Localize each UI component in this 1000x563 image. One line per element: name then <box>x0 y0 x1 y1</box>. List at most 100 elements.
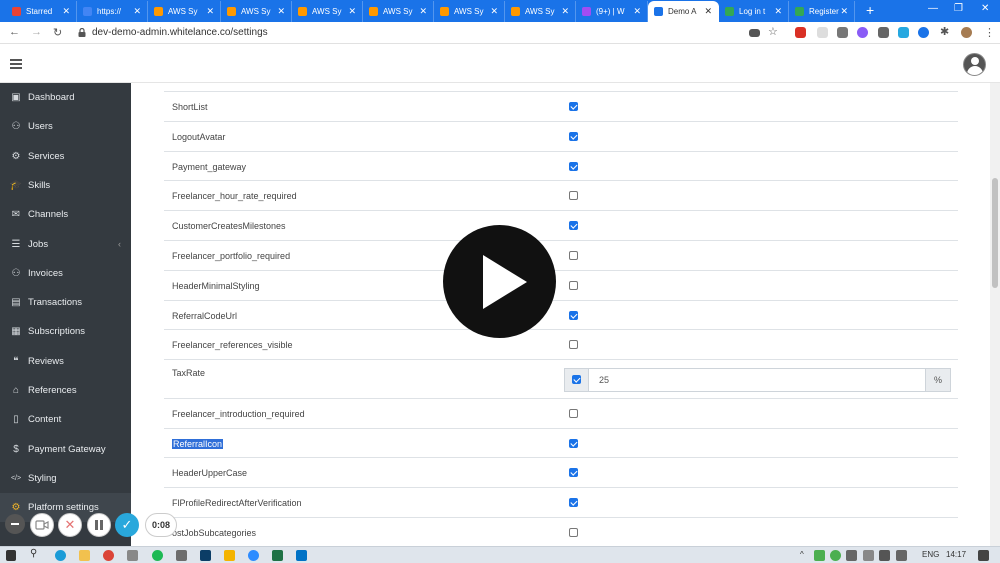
setting-checkbox[interactable] <box>569 527 578 537</box>
close-tab-icon[interactable]: ✕ <box>348 6 356 16</box>
browser-tab[interactable]: (9+) | W ✕ <box>576 1 648 22</box>
close-tab-icon[interactable]: ✕ <box>704 6 712 16</box>
tray-expand-icon[interactable]: ^ <box>800 550 804 559</box>
tray-app-icon[interactable] <box>830 550 841 561</box>
skype-icon[interactable] <box>55 550 66 561</box>
sidebar-item-services[interactable]: ⚙ Services <box>0 142 131 171</box>
file-explorer-icon[interactable] <box>79 550 90 561</box>
search-icon[interactable]: ⚲ <box>30 548 37 559</box>
extension-icon[interactable] <box>918 27 929 38</box>
app-icon[interactable] <box>127 550 138 561</box>
close-tab-icon[interactable]: ✕ <box>561 6 569 16</box>
page-scrollbar[interactable] <box>990 83 1000 546</box>
recorder-pause-button[interactable] <box>87 513 111 537</box>
language-indicator[interactable]: ENG <box>922 550 939 559</box>
zoom-icon[interactable] <box>248 550 259 561</box>
more-menu-icon[interactable]: ⋮ <box>984 26 995 39</box>
close-tab-icon[interactable]: ✕ <box>490 6 498 16</box>
shield-icon[interactable] <box>817 27 828 38</box>
bookmark-star-icon[interactable]: ☆ <box>768 25 778 38</box>
new-tab-button[interactable]: + <box>866 3 874 17</box>
sidebar-item-invoices[interactable]: ⚇ Invoices <box>0 259 131 288</box>
close-tab-icon[interactable]: ✕ <box>774 6 782 16</box>
camera-icon[interactable] <box>749 29 760 37</box>
profile-avatar-icon[interactable] <box>961 27 972 38</box>
close-tab-icon[interactable]: ✕ <box>840 6 848 16</box>
sidebar-item-subscriptions[interactable]: ▦ Subscriptions <box>0 317 131 346</box>
reload-icon[interactable]: ↻ <box>53 26 62 39</box>
setting-checkbox[interactable] <box>569 161 578 171</box>
recorder-minimize-button[interactable] <box>5 514 25 534</box>
outlook-icon[interactable] <box>296 550 307 561</box>
browser-tab[interactable]: https:// ✕ <box>77 1 148 22</box>
tray-app-icon[interactable] <box>814 550 825 561</box>
recorder-cancel-button[interactable]: ✕ <box>58 513 82 537</box>
sidebar-item-dashboard[interactable]: ▣ Dashboard <box>0 83 131 112</box>
tax-rate-input[interactable]: 25 <box>599 375 609 385</box>
extension-icon[interactable] <box>898 27 909 38</box>
sidebar-item-users[interactable]: ⚇ Users <box>0 112 131 141</box>
puzzle-icon[interactable]: ✱ <box>940 25 949 38</box>
forward-arrow-icon[interactable]: → <box>31 26 42 38</box>
url-field[interactable]: dev-demo-admin.whitelance.co/settings <box>92 27 268 38</box>
setting-checkbox[interactable] <box>569 131 578 141</box>
extension-icon[interactable] <box>857 27 868 38</box>
browser-tab[interactable]: AWS Sy ✕ <box>363 1 434 22</box>
sidebar-item-references[interactable]: ⌂ References <box>0 376 131 405</box>
maximize-icon[interactable]: ❐ <box>954 3 963 14</box>
setting-checkbox[interactable] <box>569 221 578 231</box>
close-window-icon[interactable]: ✕ <box>981 3 989 14</box>
user-avatar-icon[interactable] <box>963 53 986 76</box>
minimize-icon[interactable]: — <box>928 3 938 14</box>
setting-checkbox[interactable] <box>569 102 578 111</box>
close-tab-icon[interactable]: ✕ <box>133 6 141 16</box>
sidebar-item-channels[interactable]: ✉ Channels <box>0 200 131 229</box>
excel-icon[interactable] <box>272 550 283 561</box>
setting-checkbox[interactable] <box>569 251 578 260</box>
browser-tab[interactable]: Demo A ✕ <box>648 1 719 22</box>
tray-app-icon[interactable] <box>846 550 857 561</box>
setting-checkbox[interactable] <box>569 438 578 448</box>
clock[interactable]: 14:17 <box>946 550 966 559</box>
sidebar-item-styling[interactable]: </> Styling <box>0 464 131 493</box>
terminal-icon[interactable] <box>200 550 211 561</box>
sidebar-item-reviews[interactable]: ❝ Reviews <box>0 347 131 376</box>
setting-checkbox[interactable] <box>569 310 578 320</box>
chrome-icon[interactable] <box>103 550 114 561</box>
browser-tab[interactable]: Starred ✕ <box>6 1 77 22</box>
setting-checkbox[interactable] <box>569 498 578 508</box>
browser-tab[interactable]: AWS Sy ✕ <box>434 1 505 22</box>
screenshot-icon[interactable] <box>837 27 848 38</box>
sidebar-item-content[interactable]: ▯ Content <box>0 405 131 434</box>
browser-tab[interactable]: AWS Sy ✕ <box>505 1 576 22</box>
scrollbar-thumb[interactable] <box>992 178 998 288</box>
volume-icon[interactable] <box>896 550 907 561</box>
close-tab-icon[interactable]: ✕ <box>419 6 427 16</box>
notifications-icon[interactable] <box>978 550 989 561</box>
wifi-icon[interactable] <box>879 550 890 561</box>
play-icon[interactable] <box>443 225 556 338</box>
setting-checkbox[interactable] <box>569 280 578 290</box>
sidebar-item-transactions[interactable]: ▤ Transactions <box>0 288 131 317</box>
browser-tab[interactable]: AWS Sy ✕ <box>292 1 363 22</box>
close-tab-icon[interactable]: ✕ <box>62 6 70 16</box>
slack-icon[interactable] <box>224 550 235 561</box>
recorder-camera-button[interactable] <box>30 513 54 537</box>
browser-tab[interactable]: AWS Sy ✕ <box>148 1 221 22</box>
close-tab-icon[interactable]: ✕ <box>277 6 285 16</box>
app-icon[interactable] <box>176 550 187 561</box>
battery-icon[interactable] <box>863 550 874 561</box>
extension-badge-icon[interactable] <box>795 27 806 38</box>
back-arrow-icon[interactable]: ← <box>9 26 20 38</box>
setting-checkbox[interactable] <box>569 191 578 201</box>
close-tab-icon[interactable]: ✕ <box>633 6 641 16</box>
setting-checkbox[interactable] <box>572 375 581 385</box>
setting-checkbox[interactable] <box>569 408 578 418</box>
sidebar-item-payment-gateway[interactable]: $ Payment Gateway <box>0 435 131 464</box>
setting-checkbox[interactable] <box>569 468 578 478</box>
browser-tab[interactable]: Register ✕ <box>789 1 855 22</box>
browser-tab[interactable]: AWS Sy ✕ <box>221 1 292 22</box>
setting-checkbox[interactable] <box>569 340 578 350</box>
sidebar-item-skills[interactable]: 🎓 Skills <box>0 171 131 200</box>
spotify-icon[interactable] <box>152 550 163 561</box>
